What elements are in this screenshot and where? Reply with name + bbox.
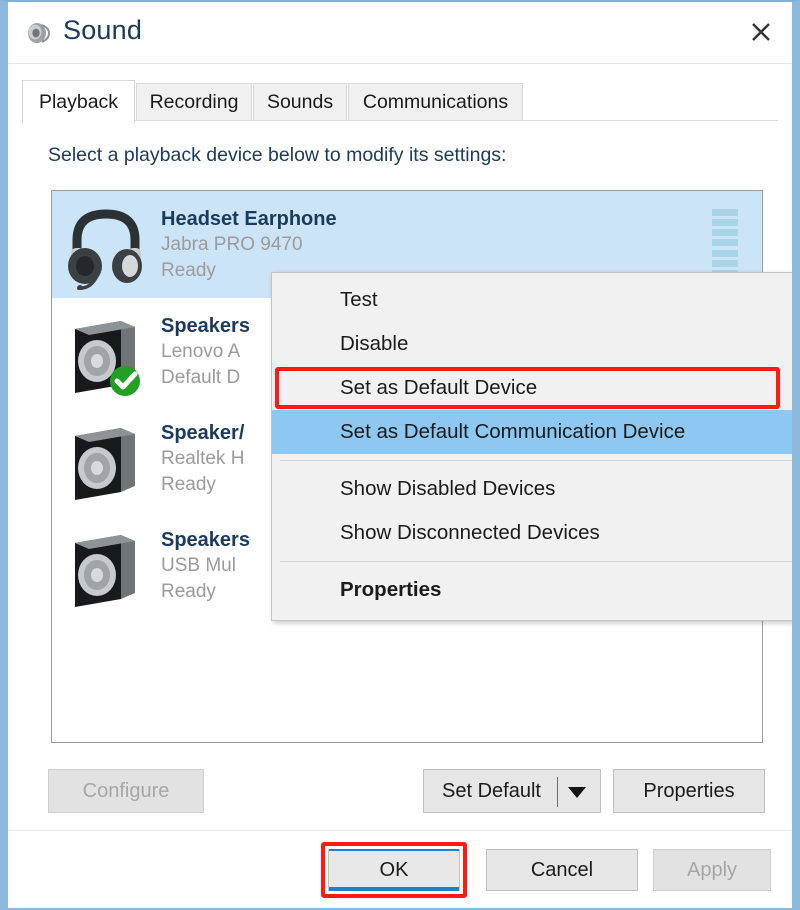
speaker-icon [24,18,54,48]
menu-item-show-disconnected-devices[interactable]: Show Disconnected Devices [272,511,792,555]
device-driver: Jabra PRO 9470 [161,234,303,256]
menu-item-disable[interactable]: Disable [272,322,792,366]
apply-button-label: Apply [686,858,738,881]
apply-button[interactable]: Apply [653,849,771,891]
device-context-menu[interactable]: Test Disable Set as Default Device Set a… [271,272,792,621]
title-bar: Sound [8,2,792,64]
instruction-label: Select a playback device below to modify… [48,144,507,166]
menu-item-label: Disable [340,332,409,355]
menu-item-label: Set as Default Communication Device [340,420,686,443]
cancel-button-label: Cancel [530,858,594,881]
menu-item-test[interactable]: Test [272,278,792,322]
menu-item-properties[interactable]: Properties [272,568,792,612]
configure-button-label: Configure [82,779,170,802]
configure-button[interactable]: Configure [48,769,204,813]
sound-dialog-window: Sound Playback Recording Sounds Communic… [0,0,800,910]
menu-item-show-disabled-devices[interactable]: Show Disabled Devices [272,467,792,511]
tab-strip: Playback Recording Sounds Communications [22,80,778,124]
properties-button-label: Properties [643,779,735,802]
button-divider [557,777,558,807]
menu-item-set-as-default-communication-device[interactable]: Set as Default Communication Device [272,410,792,454]
cancel-button[interactable]: Cancel [486,849,638,891]
menu-item-label: Show Disabled Devices [340,477,556,500]
speaker-box-icon [63,414,149,504]
window-title: Sound [63,15,143,45]
tab-sounds-label: Sounds [266,91,334,113]
tab-recording-label: Recording [149,91,239,113]
device-name: Headset Earphone [161,207,337,230]
tab-playback-label: Playback [38,90,119,113]
menu-separator [280,460,792,461]
speaker-box-icon [63,307,149,397]
ok-button[interactable]: OK [328,849,460,891]
set-default-button-label: Set Default [442,779,541,802]
ok-focus-indicator [329,887,459,891]
headset-icon [63,200,149,291]
tab-playback[interactable]: Playback [22,80,135,124]
chevron-down-icon[interactable] [568,787,586,798]
ok-button-label: OK [379,858,409,881]
menu-item-label: Properties [340,578,442,601]
menu-item-label: Set as Default Device [340,376,538,399]
menu-item-label: Show Disconnected Devices [340,521,600,544]
footer-divider [8,830,792,831]
speaker-box-icon [63,521,149,611]
properties-button[interactable]: Properties [613,769,765,813]
set-default-button[interactable]: Set Default [423,769,601,813]
ok-focus-indicator-top [329,849,459,851]
tab-communications[interactable]: Communications [348,83,523,121]
menu-item-label: Test [340,288,378,311]
close-icon[interactable] [730,2,792,62]
tab-communications-label: Communications [362,91,509,113]
menu-item-set-as-default-device[interactable]: Set as Default Device [272,366,792,410]
menu-separator [280,561,792,562]
tab-recording[interactable]: Recording [136,83,252,121]
tab-sounds[interactable]: Sounds [253,83,347,121]
